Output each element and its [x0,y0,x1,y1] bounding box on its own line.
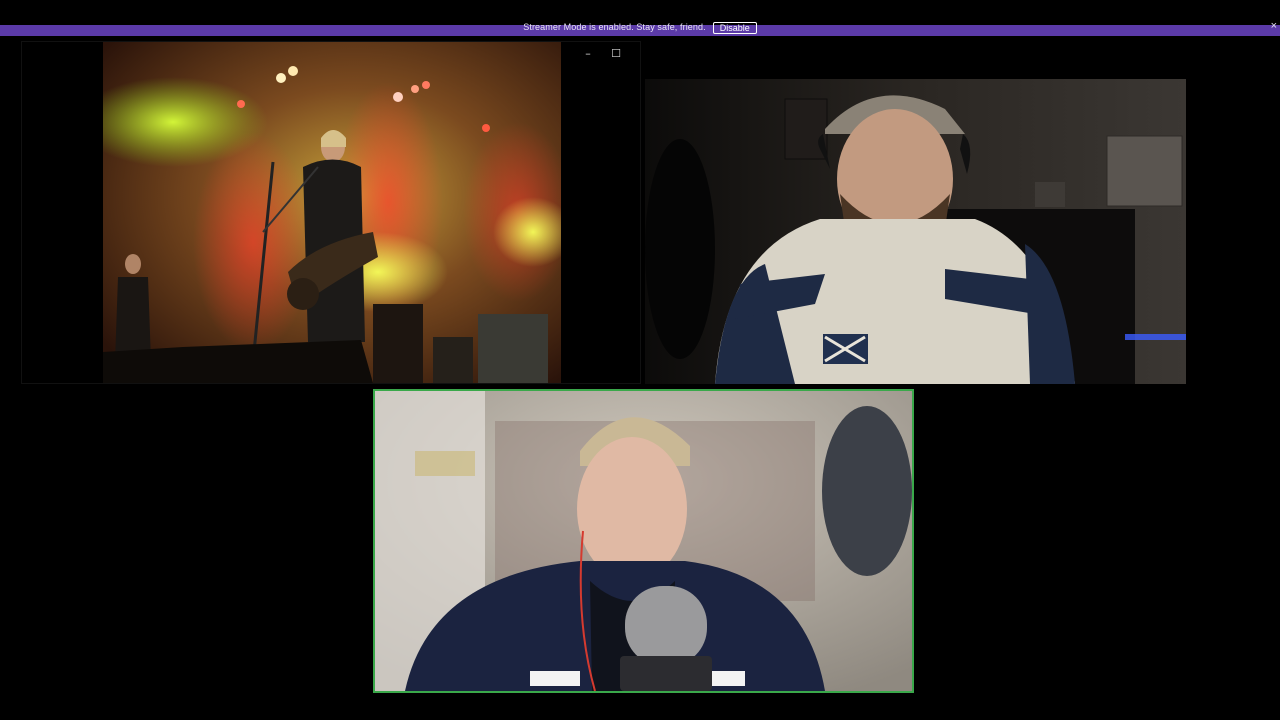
participant-video-top-right[interactable] [645,79,1186,384]
close-icon[interactable]: ✕ [634,48,640,59]
screen-share-window[interactable]: – ☐ ✕ [21,41,641,384]
participant-video-bottom-active[interactable] [373,389,914,693]
concert-video [103,42,561,383]
window-controls: – ☐ ✕ [574,45,640,61]
minimize-icon[interactable]: – [578,48,598,59]
participant-feed-a [645,79,1186,384]
app-stage: Streamer Mode is enabled. Stay safe, fri… [0,0,1280,720]
maximize-icon[interactable]: ☐ [606,48,626,59]
disable-streamer-mode-button[interactable]: Disable [712,21,757,34]
banner-close-icon[interactable]: × [1271,21,1277,32]
participant-feed-b [375,391,912,691]
streamer-mode-banner: Streamer Mode is enabled. Stay safe, fri… [0,21,1280,36]
streamer-mode-text: Streamer Mode is enabled. Stay safe, fri… [523,22,706,32]
